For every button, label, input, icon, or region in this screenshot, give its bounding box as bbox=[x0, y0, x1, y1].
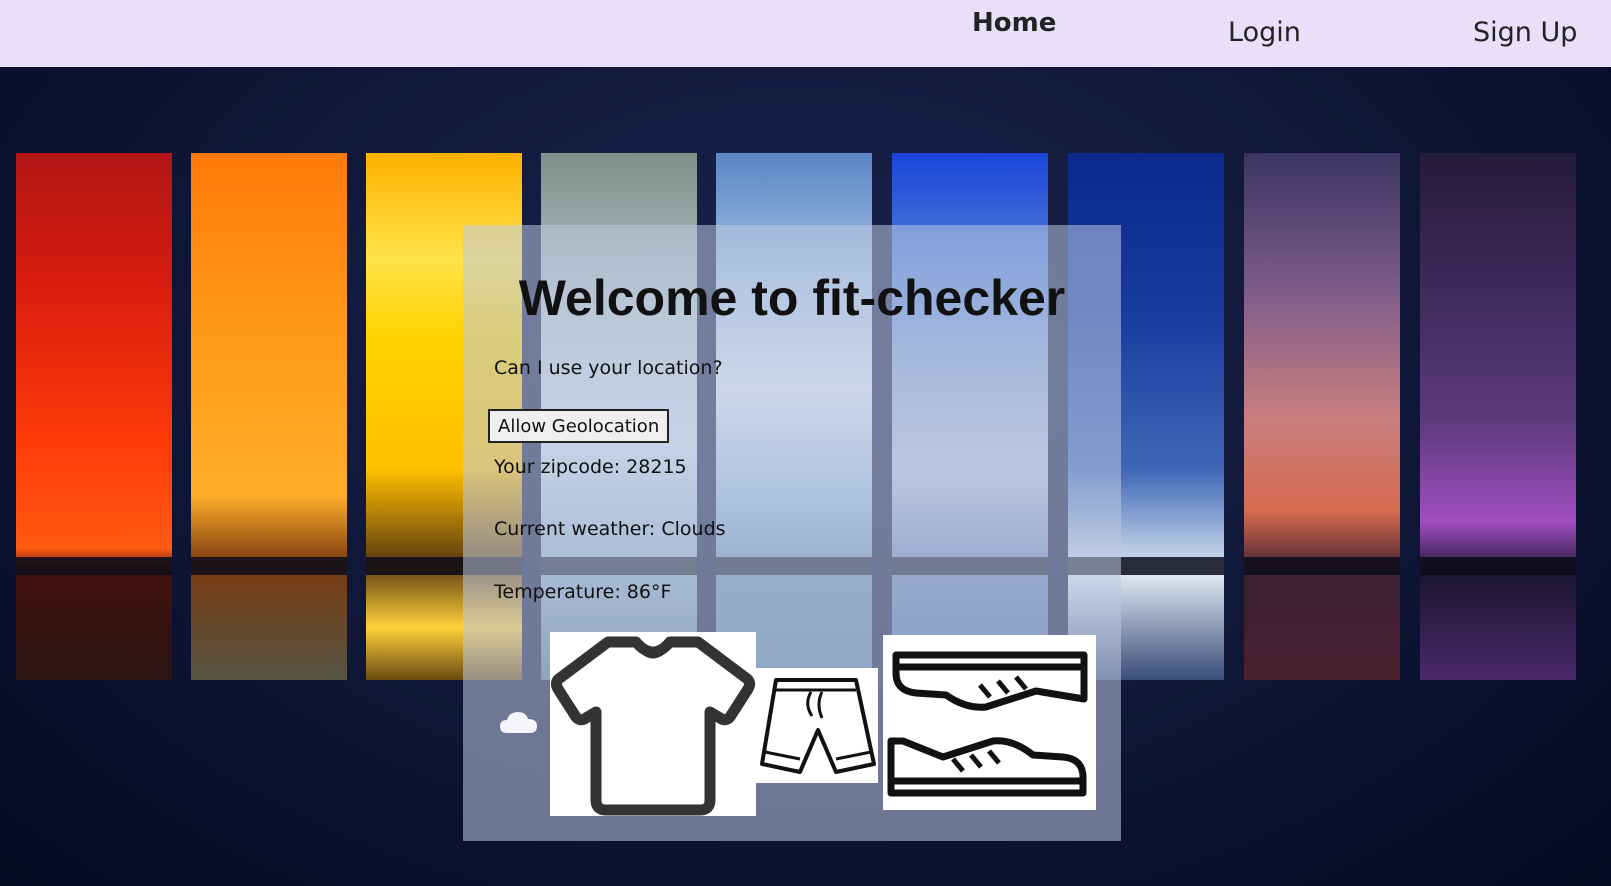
nav-home-link[interactable]: Home bbox=[972, 8, 1056, 38]
sky-panel bbox=[1420, 153, 1576, 680]
sky-panel bbox=[191, 153, 347, 680]
t-shirt-icon bbox=[550, 632, 756, 816]
zipcode-text: Your zipcode: 28215 bbox=[494, 456, 687, 478]
temperature-text: Temperature: 86°F bbox=[494, 581, 672, 603]
nav-login-link[interactable]: Login bbox=[1228, 17, 1301, 48]
sky-panel bbox=[16, 153, 172, 680]
welcome-card: Welcome to fit-checker Can I use your lo… bbox=[463, 225, 1121, 841]
cloud-icon bbox=[500, 712, 537, 733]
shorts-icon bbox=[756, 668, 878, 783]
location-question: Can I use your location? bbox=[494, 357, 723, 379]
sky-panel bbox=[1244, 153, 1400, 680]
page-title: Welcome to fit-checker bbox=[518, 270, 1066, 326]
top-navbar: Home Login Sign Up bbox=[0, 0, 1611, 67]
weather-text: Current weather: Clouds bbox=[494, 518, 726, 540]
sneakers-icon bbox=[883, 635, 1096, 810]
allow-geolocation-button[interactable]: Allow Geolocation bbox=[488, 409, 670, 443]
nav-signup-link[interactable]: Sign Up bbox=[1473, 17, 1577, 48]
